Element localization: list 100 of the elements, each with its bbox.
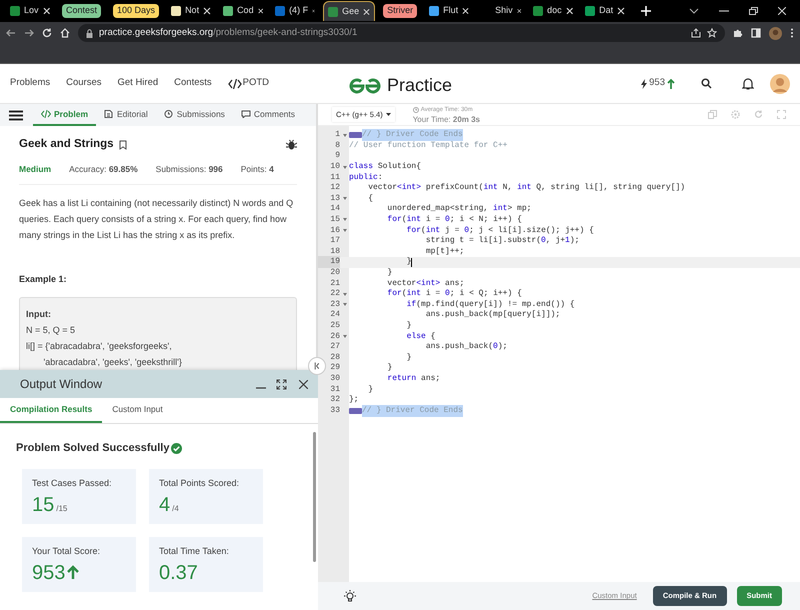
- back-icon[interactable]: [6, 28, 16, 38]
- code-line: vector<int> prefixCount(int N, int Q, string li[], string query[]): [367, 182, 686, 194]
- browser-tab[interactable]: Cod: [219, 1, 268, 21]
- fold-arrow-icon[interactable]: [342, 335, 346, 338]
- clock-icon: [164, 110, 174, 118]
- problem-tab[interactable]: Problem: [33, 104, 96, 126]
- nav-link[interactable]: Problems: [10, 76, 50, 91]
- nav-link[interactable]: Get Hired: [118, 76, 158, 91]
- problem-tab[interactable]: Submissions: [156, 104, 233, 126]
- line-number: 33: [329, 404, 340, 417]
- browser-tab[interactable]: Flut: [425, 1, 474, 21]
- fold-arrow-icon[interactable]: [342, 218, 346, 222]
- hamburger-menu-icon[interactable]: [9, 110, 23, 120]
- problem-tab[interactable]: Comments: [232, 104, 304, 126]
- line-number: 1: [334, 129, 340, 142]
- tab-group-label[interactable]: 100 Days: [113, 4, 160, 18]
- new-tab-icon[interactable]: [641, 6, 652, 16]
- fold-arrow-icon[interactable]: [342, 166, 346, 168]
- code-line: }: [367, 384, 374, 396]
- restore-window-icon[interactable]: [749, 7, 758, 15]
- browser-tab[interactable]: doc: [529, 1, 578, 21]
- problem-tab[interactable]: Editorial: [96, 104, 156, 126]
- line-number: 25: [329, 320, 340, 332]
- code-line: if(mp.find(query[i]) != mp.end()) {: [406, 298, 575, 310]
- bug-icon[interactable]: [286, 139, 297, 150]
- side-panel-icon[interactable]: [751, 28, 761, 38]
- browser-tab[interactable]: (4) F: [271, 1, 320, 21]
- stat-value: 15: [32, 493, 54, 518]
- example-line: li[] = {'abracadabra', 'geeksforgeeks',: [26, 340, 172, 353]
- line-number: 15: [329, 214, 340, 226]
- tab-search-icon[interactable]: [689, 7, 699, 15]
- lock-icon: [86, 28, 93, 38]
- potd-link[interactable]: POTD: [242, 76, 270, 91]
- tab-title: Lov: [24, 4, 39, 18]
- stat-label: Total Points Scored:: [159, 476, 240, 490]
- fold-arrow-icon[interactable]: [342, 229, 346, 232]
- bulb-icon[interactable]: [344, 590, 356, 602]
- tab-title: Gee: [342, 4, 360, 18]
- code-line: vector<int> ans;: [386, 278, 464, 289]
- profile-avatar[interactable]: [769, 26, 782, 40]
- reload-icon[interactable]: [42, 28, 52, 38]
- line-number: 11: [329, 172, 340, 184]
- share-icon[interactable]: [691, 28, 701, 38]
- nav-link[interactable]: Courses: [66, 76, 102, 91]
- folded-code-icon[interactable]: [349, 132, 362, 138]
- line-number: 16: [329, 224, 340, 236]
- browser-tab[interactable]: Gee: [323, 1, 376, 21]
- code-line: };: [349, 394, 359, 406]
- stat-label: Your Total Score:: [32, 544, 102, 558]
- line-number: 13: [329, 192, 340, 204]
- line-number: 24: [329, 309, 340, 322]
- browser-tab[interactable]: Lov: [6, 1, 54, 21]
- output-tab[interactable]: Compilation Results: [0, 398, 102, 423]
- close-icon[interactable]: [299, 380, 308, 388]
- close-icon[interactable]: [312, 7, 316, 15]
- nav-link[interactable]: Contests: [174, 76, 212, 91]
- line-number: 26: [329, 330, 340, 342]
- stat-label: Test Cases Passed:: [32, 476, 113, 490]
- forward-icon[interactable]: [24, 28, 34, 38]
- fold-arrow-icon[interactable]: [342, 197, 346, 200]
- fold-arrow-icon[interactable]: [342, 292, 346, 296]
- tab-group-label[interactable]: Striver: [383, 4, 418, 18]
- stat-value: 953: [32, 561, 66, 586]
- menu-icon[interactable]: [790, 28, 794, 38]
- line-number: 32: [329, 394, 340, 406]
- clock-icon: [412, 106, 419, 112]
- bell-icon[interactable]: [742, 77, 754, 90]
- star-icon[interactable]: [707, 28, 717, 38]
- browser-tab[interactable]: Not: [167, 1, 216, 21]
- expand-icon[interactable]: [276, 378, 287, 390]
- code-line: }: [406, 352, 412, 364]
- browser-tab[interactable]: Dat: [581, 1, 630, 21]
- tab-group-label[interactable]: Contest: [62, 4, 102, 18]
- stat-text: Points: 4: [240, 163, 274, 176]
- stat-total: /4: [172, 503, 179, 515]
- code-line: unordered_map<string, int> mp;: [386, 203, 532, 215]
- code-line: class Solution{: [349, 161, 422, 173]
- close-window-icon[interactable]: [778, 7, 786, 15]
- example-line: 'abracadabra', 'geeks', 'geeksthrill'}: [42, 356, 182, 369]
- line-number: 14: [329, 203, 340, 216]
- line-number: 18: [329, 246, 340, 258]
- output-tab[interactable]: Custom Input: [102, 398, 173, 423]
- check-circle-icon: [171, 442, 182, 454]
- folded-code-icon[interactable]: [349, 408, 362, 414]
- puzzle-icon[interactable]: [733, 28, 743, 38]
- code-line: // User function Template for C++: [349, 140, 508, 152]
- user-avatar[interactable]: [770, 74, 790, 94]
- address-bar[interactable]: practice.geeksforgeeks.org/problems/geek-and-strings3030/1: [78, 24, 725, 42]
- browser-tab[interactable]: Shiv: [477, 1, 526, 21]
- search-icon[interactable]: [701, 78, 712, 89]
- code-line: for(int i = 0; i < N; i++) {: [386, 214, 522, 226]
- example-heading: Example 1:: [19, 273, 68, 286]
- home-icon[interactable]: [60, 28, 70, 38]
- code-line: for(int i = 0; i < Q; i++) {: [386, 288, 522, 300]
- bookmark-icon[interactable]: [118, 140, 127, 150]
- scrollbar[interactable]: [313, 432, 316, 562]
- fold-arrow-icon[interactable]: [342, 303, 346, 306]
- problem-description: Geek has a list Li containing (not necessarily distinct) N words and Q queries. Each query consists of a string x. For each query, find how many strings in the List Li has the string x as its prefix.: [19, 197, 294, 242]
- logo-icon[interactable]: [348, 78, 382, 94]
- fold-arrow-icon[interactable]: [342, 134, 346, 137]
